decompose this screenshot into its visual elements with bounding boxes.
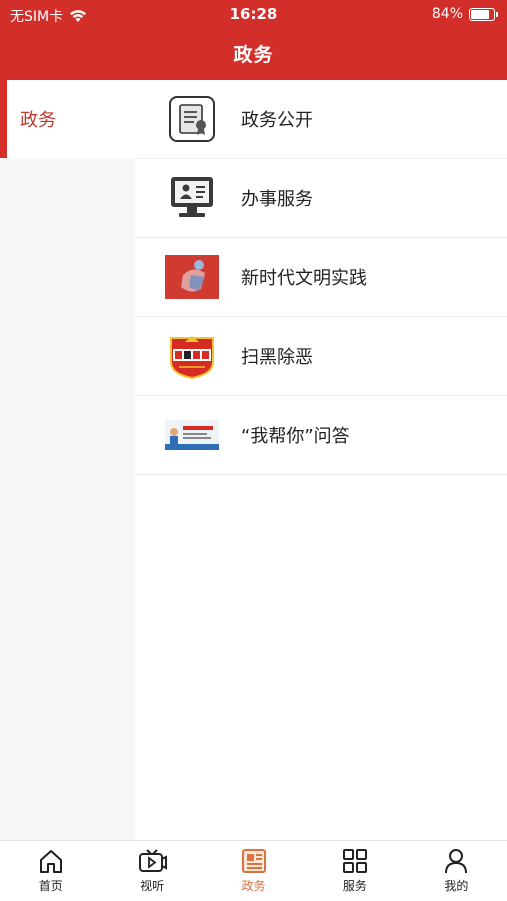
tab-home[interactable]: 首页 [0, 841, 101, 901]
list-item[interactable]: “我帮你”问答 [135, 396, 507, 475]
tab-label: 服务 [342, 879, 367, 893]
tab-label: 视听 [140, 879, 165, 893]
home-icon [39, 850, 62, 873]
list-item[interactable]: 办事服务 [135, 159, 507, 238]
person-icon [445, 849, 468, 874]
tab-label: 首页 [38, 879, 63, 893]
saohei-chue-badge [165, 334, 219, 380]
sidebar-item-zhengwu[interactable]: 政务 [0, 80, 135, 158]
battery-percent: 84% [431, 6, 463, 22]
category-sidebar: 政务 [0, 80, 135, 840]
sidebar-item-label: 政务 [20, 110, 56, 131]
list-item-label: 新时代文明实践 [241, 268, 367, 289]
list-item-label: 政务公开 [241, 110, 313, 131]
tab-video[interactable]: 视听 [101, 841, 202, 901]
document-seal-icon [165, 96, 219, 142]
battery-fill [471, 9, 490, 19]
civilization-practice-image [165, 255, 219, 299]
newspaper-icon [241, 849, 266, 873]
list-item-label: 办事服务 [241, 189, 313, 210]
grid-icon [342, 849, 367, 873]
status-bar: 无SIM卡 16:28 84% [0, 0, 507, 28]
service-list: 政务公开 办事服务 新时代文明实践 扫黑除恶 “我帮你”问答 [135, 80, 507, 475]
battery-icon [469, 7, 498, 21]
list-item[interactable]: 新时代文明实践 [135, 238, 507, 317]
woba-ni-banner [165, 413, 219, 457]
list-item[interactable]: 政务公开 [135, 80, 507, 159]
bottom-tab-bar: 首页 视听 政务 服务 我的 [0, 840, 507, 901]
top-bar: 无SIM卡 16:28 84% 政务 [0, 0, 507, 80]
tv-play-icon [139, 849, 168, 872]
list-item[interactable]: 扫黑除恶 [135, 317, 507, 396]
list-item-label: 扫黑除恶 [241, 347, 313, 368]
page-title: 政务 [233, 44, 274, 66]
computer-user-icon [165, 176, 219, 220]
tab-zhengwu[interactable]: 政务 [203, 841, 304, 901]
sidebar-active-indicator [0, 80, 7, 158]
tab-label: 我的 [444, 879, 469, 893]
list-item-label: “我帮你”问答 [241, 426, 350, 447]
tab-service[interactable]: 服务 [304, 841, 405, 901]
tab-mine[interactable]: 我的 [406, 841, 507, 901]
tab-label: 政务 [241, 879, 266, 893]
